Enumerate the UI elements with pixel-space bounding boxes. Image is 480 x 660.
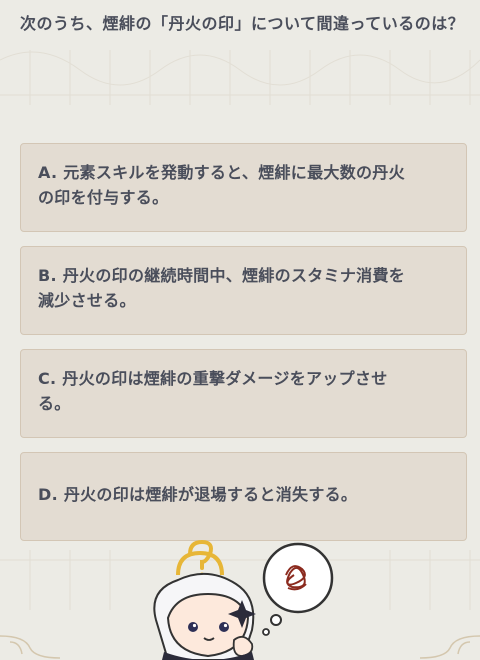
option-b-label: B. 丹火の印の継続時間中、煙緋のスタミナ消費を減少させる。 bbox=[38, 266, 406, 310]
option-c-button[interactable]: C. 丹火の印は煙緋の重撃ダメージをアップさせる。 bbox=[20, 349, 467, 438]
option-a-button[interactable]: A. 元素スキルを発動すると、煙緋に最大数の丹火の印を付与する。 bbox=[20, 143, 467, 232]
option-c-label: C. 丹火の印は煙緋の重撃ダメージをアップさせる。 bbox=[38, 369, 388, 413]
answer-options: A. 元素スキルを発動すると、煙緋に最大数の丹火の印を付与する。 B. 丹火の印… bbox=[20, 143, 467, 555]
option-b-button[interactable]: B. 丹火の印の継続時間中、煙緋のスタミナ消費を減少させる。 bbox=[20, 246, 467, 335]
option-d-button[interactable]: D. 丹火の印は煙緋が退場すると消失する。 bbox=[20, 452, 467, 541]
option-a-label: A. 元素スキルを発動すると、煙緋に最大数の丹火の印を付与する。 bbox=[38, 163, 405, 207]
paimon-thinking-icon bbox=[153, 540, 334, 660]
thought-bubble-icon bbox=[262, 542, 334, 636]
question-text: 次のうち、煙緋の「丹火の印」について間違っているのは？ bbox=[20, 14, 465, 33]
option-d-label: D. 丹火の印は煙緋が退場すると消失する。 bbox=[38, 485, 358, 504]
